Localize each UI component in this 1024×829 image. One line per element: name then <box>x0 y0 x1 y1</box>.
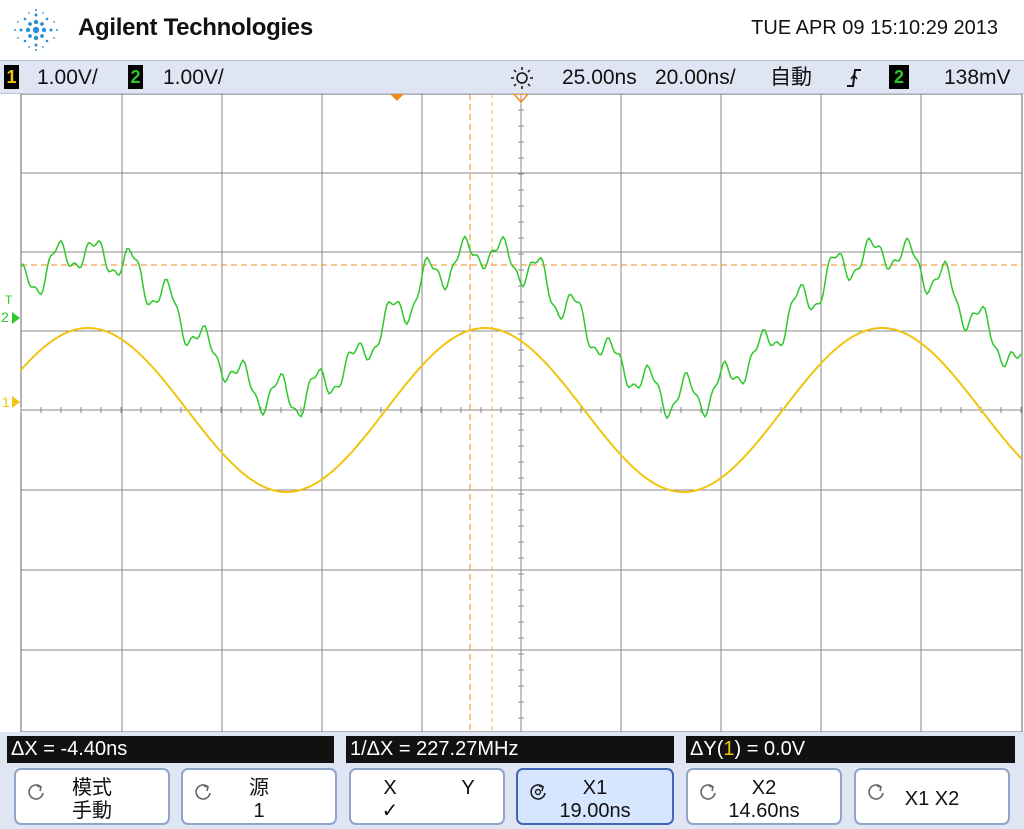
delta-y-prefix: ΔY( <box>690 738 724 760</box>
y-option: Y <box>461 777 475 799</box>
waveform-display[interactable]: T 2 1 <box>0 94 1024 732</box>
time-delay: 25.00ns <box>562 66 637 89</box>
source-label: 源 <box>249 777 269 799</box>
x1-softkey[interactable]: X1 19.00ns <box>516 768 674 825</box>
ch1-ground-marker: 1 <box>2 394 10 410</box>
x2-softkey[interactable]: X2 14.60ns <box>686 768 842 825</box>
x1-value: 19.00ns <box>559 800 631 822</box>
date-time: TUE APR 09 15:10:29 2013 <box>751 17 998 39</box>
ch2-scale: 1.00V/ <box>163 66 224 89</box>
time-scale: 20.00ns/ <box>655 66 736 89</box>
mode-value: 手動 <box>72 800 112 822</box>
ch1-indicator[interactable]: 1 <box>4 65 19 89</box>
ch1-ground-arrow <box>12 396 20 408</box>
trigger-mode: 自動 <box>770 66 812 89</box>
delay-sun-icon <box>511 67 533 89</box>
inverse-delta-x-readout: 1/ΔX = 227.27MHz <box>346 736 674 763</box>
source-softkey[interactable]: 源 1 <box>181 768 337 825</box>
mode-softkey[interactable]: 模式 手動 <box>14 768 170 825</box>
rising-edge-icon <box>847 69 861 87</box>
measurement-bar: ΔX = -4.40ns 1/ΔX = 227.27MHz ΔY(1) = 0.… <box>0 732 1024 766</box>
x1-x2-softkey[interactable]: X1 X2 <box>854 768 1010 825</box>
delta-y-value: ) = 0.0V <box>734 738 806 760</box>
x-option: X <box>383 777 397 799</box>
x1-label: X1 <box>582 777 608 799</box>
trigger-source-indicator: 2 <box>889 65 909 89</box>
delta-y-readout: ΔY(1) = 0.0V <box>686 736 1015 763</box>
status-bar: 1 1.00V/ 2 1.00V/ 25.00ns 20.00ns/ 自動 2 … <box>0 60 1024 94</box>
ch2-trigger-marker: T <box>5 293 13 307</box>
header: Agilent Technologies TUE APR 09 15:10:29… <box>0 0 1024 60</box>
delta-x-readout: ΔX = -4.40ns <box>7 736 334 763</box>
xy-units-softkey[interactable]: X Y ✓ <box>349 768 505 825</box>
mode-label: 模式 <box>72 777 112 799</box>
ch2-ground-arrow <box>12 312 20 324</box>
source-value: 1 <box>253 800 265 822</box>
ch2-ground-marker: 2 <box>1 309 9 325</box>
brand-name: Agilent Technologies <box>78 14 313 41</box>
agilent-spark-logo-icon <box>14 9 58 51</box>
ch1-scale: 1.00V/ <box>37 66 98 89</box>
softkey-bar: 模式 手動 源 1 X Y ✓ X1 19.00ns X2 14.60ns X1… <box>0 766 1024 829</box>
delta-y-channel: 1 <box>723 738 735 760</box>
x-selected-check: ✓ <box>381 800 399 822</box>
x2-label: X2 <box>751 777 777 799</box>
trigger-level: 138mV <box>944 66 1011 89</box>
x2-value: 14.60ns <box>728 800 800 822</box>
ch2-indicator[interactable]: 2 <box>128 65 143 89</box>
x1-x2-label: X1 X2 <box>904 788 960 810</box>
graticule: T 2 1 <box>1 94 1023 732</box>
